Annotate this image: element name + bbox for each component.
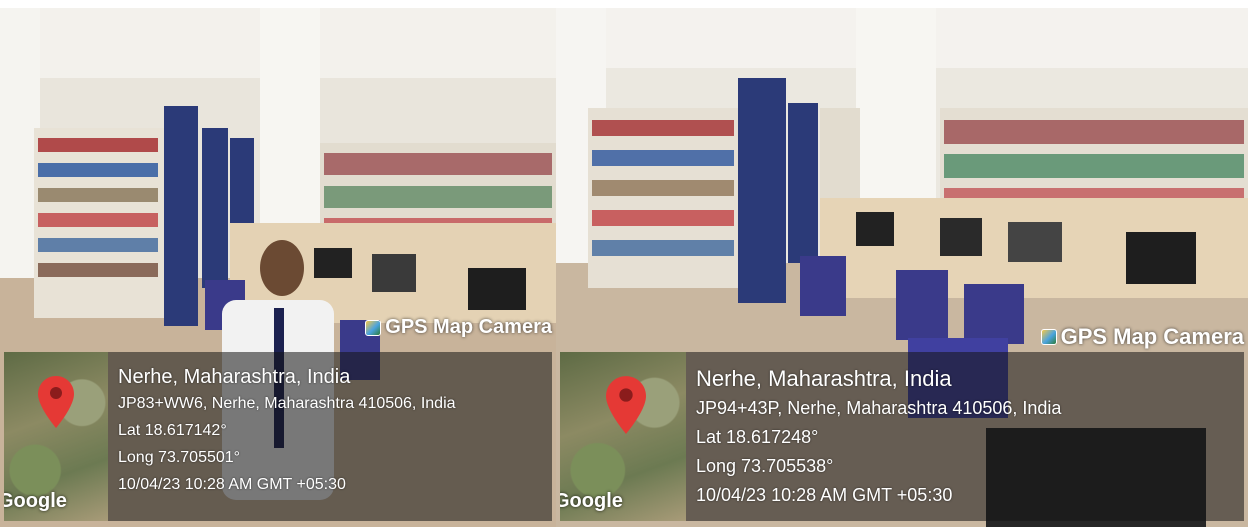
map-thumbnail: Google [4,352,108,521]
address-line: JP94+43P, Nerhe, Maharashtra 410506, Ind… [696,398,1062,418]
datetime: 10/04/23 10:28 AM GMT +05:30 [696,485,953,505]
datetime: 10/04/23 10:28 AM GMT +05:30 [118,476,346,493]
library-photo-left: GPS Map Camera Google Nerhe, Maharashtra… [0,8,556,527]
location-name: Nerhe, Maharashtra, India [118,366,351,388]
gps-stamp-text: Nerhe, Maharashtra, India JP83+WW6, Nerh… [108,352,456,521]
longitude: Long 73.705501° [118,449,241,466]
library-photo-right: GPS Map Camera Google Nerhe, Maharashtra… [556,8,1248,527]
gps-map-camera-title: GPS Map Camera [385,316,552,338]
map-pin-icon [38,376,74,428]
gps-map-camera-icon [1040,329,1057,345]
monitor [314,248,352,278]
address-line: JP83+WW6, Nerhe, Maharashtra 410506, Ind… [118,395,456,412]
bookshelf-back [940,108,1248,213]
latitude: Lat 18.617248° [696,427,819,447]
google-logo-text: Google [560,490,623,512]
gps-stamp-box: Google Nerhe, Maharashtra, India JP94+43… [560,352,1244,521]
gps-stamp-box: Google Nerhe, Maharashtra, India JP83+WW… [4,352,552,521]
google-logo-text: Google [4,490,67,512]
location-name: Nerhe, Maharashtra, India [696,366,952,391]
gps-map-camera-title: GPS Map Camera [1060,324,1244,349]
map-pin-icon [606,376,646,434]
longitude: Long 73.705538° [696,456,834,476]
latitude: Lat 18.617142° [118,422,227,439]
gps-stamp-text: Nerhe, Maharashtra, India JP94+43P, Nerh… [686,352,1061,521]
gps-map-camera-icon [365,319,382,336]
map-thumbnail: Google [560,352,686,521]
gps-map-camera-label: GPS Map Camera [365,316,552,339]
gps-map-camera-label: GPS Map Camera [1040,324,1244,350]
